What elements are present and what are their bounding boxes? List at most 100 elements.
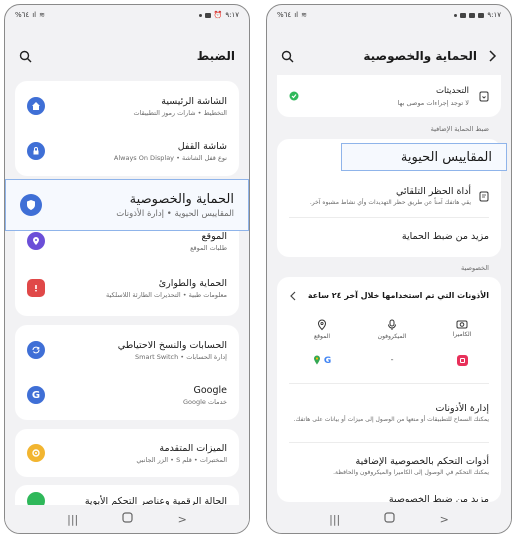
back-nav-icon[interactable]: > xyxy=(178,513,187,526)
item-title: أدوات التحكم بالخصوصية الإضافية xyxy=(355,455,489,467)
item-subtitle: يمكنك السماح للتطبيقات أو منعها من الوصو… xyxy=(293,416,489,423)
item-title: Google xyxy=(193,384,227,396)
settings-item-auto-blocker[interactable]: أداة الحظر التلقائي يقي هاتفك آمناً عن ط… xyxy=(277,181,501,211)
settings-card-accounts: الحسابات والنسخ الاحتياطي إدارة الحسابات… xyxy=(15,325,239,420)
notification-icon xyxy=(204,12,211,18)
recents-icon[interactable]: ||| xyxy=(67,513,78,526)
item-subtitle: يمكنك التحكم في الوصول إلى الكاميرا والم… xyxy=(333,468,489,476)
item-subtitle: يقي هاتفك آمناً عن طريق حظر التهديدات وأ… xyxy=(309,198,471,206)
recents-icon[interactable]: ||| xyxy=(329,513,340,526)
section-label-extra-security: ضبط الحماية الإضافية xyxy=(430,125,489,133)
navigation-bar: ||| > xyxy=(267,505,511,533)
permissions-used-header[interactable]: الأذونات التي تم استخدامها خلال آخر ٢٤ س… xyxy=(277,285,501,305)
maps-icon xyxy=(313,355,321,367)
divider xyxy=(289,442,489,443)
home-button-icon[interactable] xyxy=(384,512,396,526)
search-icon[interactable] xyxy=(281,50,294,63)
settings-item-more-privacy[interactable]: مزيد من ضبط الخصوصية xyxy=(277,491,501,503)
settings-item-safety-emergency[interactable]: الحماية والطوارئ معلومات طبية • التحذيرا… xyxy=(15,273,239,303)
search-icon[interactable] xyxy=(19,50,32,63)
gear-plus-icon xyxy=(27,444,45,462)
item-subtitle: التخطيط • شارات رموز التطبيقات xyxy=(133,108,227,117)
lock-icon xyxy=(27,142,45,160)
item-title: الشاشة الرئيسية xyxy=(161,95,227,107)
settings-item-biometrics[interactable]: المقاييس الحيوية xyxy=(341,143,507,171)
settings-item-more-security[interactable]: مزيد من ضبط الحماية xyxy=(277,225,501,247)
item-title: التحديثات xyxy=(436,85,469,96)
item-title: الميزات المتقدمة xyxy=(159,442,227,454)
google-icon: G xyxy=(323,356,332,366)
privacy-card: الأذونات التي تم استخدامها خلال آخر ٢٤ س… xyxy=(277,277,501,502)
section-label-privacy: الخصوصية xyxy=(461,264,489,272)
home-button-icon[interactable] xyxy=(122,512,134,526)
settings-item-permission-manager[interactable]: إدارة الأذونات يمكنك السماح للتطبيقات أو… xyxy=(277,393,501,433)
status-time: ٩:١٧ xyxy=(225,11,239,19)
navigation-bar: ||| > xyxy=(5,505,249,533)
location-pin-icon xyxy=(297,319,347,331)
check-icon xyxy=(289,87,299,105)
item-subtitle: معلومات طبية • التحذيرات الطارئة اللاسلك… xyxy=(106,290,227,299)
permission-label: الكاميرا xyxy=(452,331,472,338)
emergency-icon xyxy=(27,279,45,297)
microphone-icon xyxy=(367,319,417,331)
permission-camera[interactable]: الكاميرا xyxy=(437,319,487,338)
signal-icon: ıl xyxy=(32,11,37,19)
update-icon xyxy=(479,87,489,105)
item-title: المقاييس الحيوية xyxy=(400,149,492,165)
right-phone: ٩:١٧ ≋ ıl ٦٤% الحماية والخصوصية التحديثا… xyxy=(266,4,512,534)
item-subtitle: لا توجد إجراءات موصى بها xyxy=(397,98,469,107)
status-bar: ٩:١٧ ⏰ ≋ ıl ٦٤% xyxy=(5,5,249,25)
updates-card: التحديثات لا توجد إجراءات موصى بها xyxy=(277,75,501,117)
camera-icon xyxy=(437,319,487,329)
microphone-app-value: - xyxy=(390,355,394,364)
page-title: الحماية والخصوصية xyxy=(363,49,477,63)
settings-item-security-privacy[interactable]: الحماية والخصوصية المقاييس الحيوية • إدا… xyxy=(5,179,249,231)
item-subtitle: المختبرات • قلم S • الزر الجانبي xyxy=(136,455,227,464)
settings-item-lock-screen[interactable]: شاشة القفل نوع قفل الشاشة • Always On Di… xyxy=(15,136,239,166)
status-bar: ٩:١٧ ≋ ıl ٦٤% xyxy=(267,5,511,25)
location-pin-icon xyxy=(27,232,45,250)
item-subtitle: خدمات Google xyxy=(183,397,227,406)
permission-location[interactable]: الموقع xyxy=(297,319,347,340)
home-icon xyxy=(27,97,45,115)
item-title: شاشة القفل xyxy=(177,140,227,152)
settings-item-google[interactable]: Google خدمات Google G xyxy=(15,380,239,410)
back-nav-icon[interactable]: > xyxy=(440,513,449,526)
divider xyxy=(289,217,489,218)
notification-icon xyxy=(469,12,476,18)
wifi-icon: ≋ xyxy=(39,11,45,19)
permission-label: الميكروفون xyxy=(377,333,407,340)
permissions-used-title: الأذونات التي تم استخدامها خلال آخر ٢٤ س… xyxy=(307,290,489,300)
permission-label: الموقع xyxy=(313,333,331,340)
security-privacy-row: الحماية والخصوصية المقاييس الحيوية • إدا… xyxy=(6,190,248,220)
alarm-icon: ⏰ xyxy=(213,11,223,19)
settings-item-home-screen[interactable]: الشاشة الرئيسية التخطيط • شارات رموز الت… xyxy=(15,91,239,121)
page-title: الضبط xyxy=(196,49,235,63)
back-arrow-icon[interactable] xyxy=(487,50,497,62)
left-phone: ٩:١٧ ⏰ ≋ ıl ٦٤% الضبط الشاشة الرئيسية ال… xyxy=(4,4,250,534)
item-subtitle: نوع قفل الشاشة • Always On Display xyxy=(113,153,227,162)
item-title: مزيد من ضبط الخصوصية xyxy=(388,493,489,503)
permission-microphone[interactable]: الميكروفون xyxy=(367,319,417,340)
chevron-left-icon[interactable] xyxy=(289,286,296,305)
item-subtitle: إدارة الحسابات • Smart Switch xyxy=(135,352,227,361)
gallery-icon xyxy=(478,12,485,18)
settings-card-advanced: الميزات المتقدمة المختبرات • قلم S • الز… xyxy=(15,429,239,477)
settings-item-extra-privacy-controls[interactable]: أدوات التحكم بالخصوصية الإضافية يمكنك ال… xyxy=(277,451,501,481)
dot-icon xyxy=(454,13,458,17)
auto-blocker-icon xyxy=(479,187,489,205)
item-title: إدارة الأذونات xyxy=(435,403,489,414)
item-title: الموقع xyxy=(201,230,227,242)
settings-item-advanced-features[interactable]: الميزات المتقدمة المختبرات • قلم S • الز… xyxy=(15,438,239,468)
item-title: أداة الحظر التلقائي xyxy=(395,185,471,197)
settings-item-accounts-backup[interactable]: الحسابات والنسخ الاحتياطي إدارة الحسابات… xyxy=(15,335,239,365)
dot-icon xyxy=(198,13,202,17)
item-title: مزيد من ضبط الحماية xyxy=(401,230,489,242)
app-header: الحماية والخصوصية xyxy=(267,45,511,67)
settings-item-updates[interactable]: التحديثات لا توجد إجراءات موصى بها xyxy=(277,81,501,111)
item-subtitle: طلبات الموقع xyxy=(190,243,227,252)
wifi-icon: ≋ xyxy=(301,11,307,19)
location-app-icons: G xyxy=(297,355,347,367)
sync-icon xyxy=(27,341,45,359)
signal-icon: ıl xyxy=(294,11,299,19)
